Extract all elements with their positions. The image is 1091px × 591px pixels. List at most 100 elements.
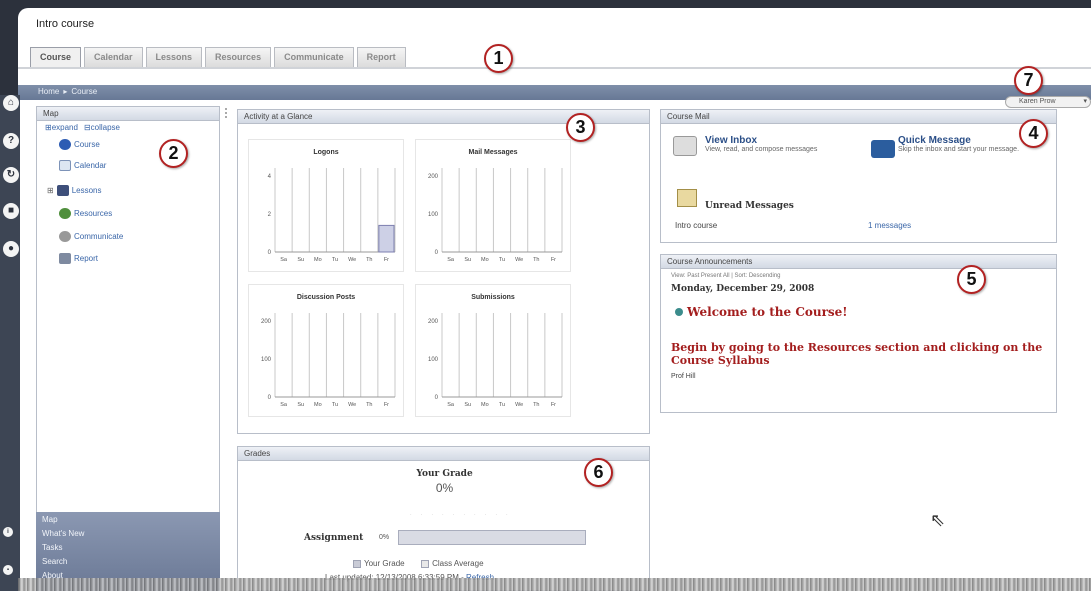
course-mail-title: Course Mail bbox=[661, 110, 1056, 124]
user-menu[interactable]: Karen Prow ▾ bbox=[1005, 96, 1091, 108]
tab-communicate[interactable]: Communicate bbox=[274, 47, 354, 67]
announcement-date: Monday, December 29, 2008 bbox=[671, 284, 815, 294]
inbox-icon[interactable] bbox=[673, 136, 697, 156]
unread-course-name: Intro course bbox=[675, 221, 718, 230]
tab-report[interactable]: Report bbox=[356, 47, 406, 67]
quick-message-link[interactable]: Quick Message Skip the inbox and start y… bbox=[898, 135, 1028, 153]
x-tick-label: Th bbox=[366, 402, 372, 408]
announcement-body: Begin by going to the Resources section … bbox=[671, 341, 1043, 367]
user-name: Karen Prow bbox=[1019, 98, 1056, 105]
mail-messages-chart-plot: 200 100 0 Sa Su Mo Tu We Th Fr bbox=[428, 168, 563, 263]
tab-calendar[interactable]: Calendar bbox=[84, 47, 143, 67]
submissions-chart-plot: 200 100 0 Sa Su Mo Tu We Th Fr bbox=[428, 313, 563, 408]
chat-icon[interactable]: ● bbox=[3, 241, 19, 257]
activity-panel: Activity at a Glance Logons 4 2 0 Sa Su Mo Tu W… bbox=[237, 109, 650, 434]
discussion-posts-chart: Discussion Posts 200 100 0 Sa Su Mo Tu We Th Fr bbox=[248, 284, 404, 417]
x-tick-label: Su bbox=[464, 257, 471, 263]
announcements-panel: Course Announcements View: Past Present … bbox=[660, 254, 1057, 413]
y-tick-label: 0 bbox=[268, 395, 272, 401]
tab-resources[interactable]: Resources bbox=[205, 47, 272, 67]
grades-legend: Your Grade Class Average bbox=[353, 559, 484, 568]
info-icon[interactable]: i bbox=[3, 527, 13, 537]
mouse-cursor-icon: ⇖ bbox=[930, 510, 946, 530]
help-icon[interactable]: ? bbox=[3, 133, 19, 149]
map-item-course[interactable]: Course bbox=[59, 139, 100, 150]
footer-link-tasks[interactable]: Tasks bbox=[42, 543, 62, 552]
y-tick-label: 0 bbox=[268, 250, 272, 256]
view-inbox-link[interactable]: View Inbox View, read, and compose messa… bbox=[705, 135, 817, 153]
your-grade-swatch bbox=[353, 559, 361, 568]
x-tick-label: Th bbox=[533, 257, 539, 263]
x-tick-label: Sa bbox=[447, 257, 455, 263]
tab-divider bbox=[18, 67, 1091, 69]
map-item-report[interactable]: Report bbox=[59, 253, 98, 264]
footer-link-whats-new[interactable]: What's New bbox=[42, 529, 84, 538]
unread-envelope-icon bbox=[677, 189, 697, 207]
x-tick-label: Tu bbox=[332, 402, 338, 408]
assignment-label: Assignment bbox=[304, 533, 364, 543]
announcement-view-controls[interactable]: View: Past Present All | Sort: Descendin… bbox=[671, 273, 781, 279]
refresh-icon[interactable]: ↻ bbox=[3, 167, 19, 183]
tab-course[interactable]: Course bbox=[30, 47, 82, 67]
x-tick-label: We bbox=[348, 402, 356, 408]
x-tick-label: Sa bbox=[447, 402, 455, 408]
expand-link[interactable]: ⊞expand bbox=[45, 123, 78, 132]
y-tick-label: 100 bbox=[428, 357, 439, 363]
y-tick-label: 0 bbox=[435, 395, 439, 401]
callout-4: 4 bbox=[1019, 119, 1048, 148]
x-tick-label: Mo bbox=[314, 402, 322, 408]
grades-title: Grades bbox=[238, 447, 649, 461]
home-icon[interactable]: ⌂ bbox=[3, 95, 19, 111]
x-tick-label: Fr bbox=[551, 402, 556, 408]
y-tick-label: 200 bbox=[428, 319, 439, 325]
callout-1: 1 bbox=[484, 44, 513, 73]
x-tick-label: We bbox=[348, 257, 356, 263]
quick-message-icon[interactable] bbox=[871, 140, 895, 158]
callout-6: 6 bbox=[584, 458, 613, 487]
x-tick-label: Sa bbox=[280, 402, 288, 408]
map-item-resources[interactable]: Resources bbox=[59, 208, 112, 219]
book-icon[interactable]: ■ bbox=[3, 203, 19, 219]
logons-chart: Logons 4 2 0 Sa Su Mo Tu We Th Fr bbox=[248, 139, 404, 272]
announcements-title: Course Announcements bbox=[661, 255, 1056, 269]
x-tick-label: Fr bbox=[551, 257, 556, 263]
discussion-posts-chart-plot: 200 100 0 Sa Su Mo Tu We Th Fr bbox=[261, 313, 396, 408]
plus-icon[interactable]: ⊞ bbox=[47, 186, 54, 195]
callout-3: 3 bbox=[566, 113, 595, 142]
x-tick-label: Tu bbox=[499, 402, 505, 408]
calendar-icon bbox=[59, 160, 71, 171]
x-tick-label: Sa bbox=[280, 257, 288, 263]
map-panel-title: Map bbox=[37, 107, 219, 121]
course-mail-panel: Course Mail View Inbox View, read, and c… bbox=[660, 109, 1057, 243]
y-tick-label: 0 bbox=[435, 250, 439, 256]
class-average-swatch bbox=[421, 559, 430, 568]
communicate-icon bbox=[59, 231, 71, 242]
course-info-icon bbox=[59, 139, 71, 150]
footer-link-map[interactable]: Map bbox=[42, 515, 58, 524]
panel-splitter[interactable] bbox=[222, 106, 232, 591]
breadcrumb-separator: ▸ bbox=[63, 87, 68, 96]
y-tick-label: 4 bbox=[268, 174, 272, 180]
map-item-calendar[interactable]: Calendar bbox=[59, 160, 106, 171]
chevron-down-icon: ▾ bbox=[1083, 98, 1087, 105]
bullet-icon bbox=[675, 308, 683, 316]
x-tick-label: Su bbox=[464, 402, 471, 408]
report-icon bbox=[59, 253, 71, 264]
y-tick-label: 100 bbox=[428, 212, 439, 218]
footer-link-search[interactable]: Search bbox=[42, 557, 67, 566]
map-item-communicate[interactable]: Communicate bbox=[59, 231, 123, 242]
course-title: Intro course bbox=[36, 18, 95, 30]
unread-messages-title: Unread Messages bbox=[705, 201, 794, 211]
collapse-link[interactable]: ⊟collapse bbox=[84, 123, 120, 132]
x-tick-label: Fr bbox=[384, 257, 389, 263]
y-tick-label: 2 bbox=[268, 212, 272, 218]
x-tick-label: Tu bbox=[332, 257, 338, 263]
mail-messages-chart: Mail Messages 200 100 0 Sa Su Mo Tu We Th Fr bbox=[415, 139, 571, 272]
breadcrumb-home[interactable]: Home bbox=[38, 87, 59, 96]
unread-count-link[interactable]: 1 messages bbox=[868, 221, 911, 230]
map-item-lessons[interactable]: ⊞ Lessons bbox=[47, 185, 102, 196]
y-tick-label: 100 bbox=[261, 357, 272, 363]
tool-icon[interactable]: ▪ bbox=[3, 565, 13, 575]
x-tick-label: Fr bbox=[384, 402, 389, 408]
tab-lessons[interactable]: Lessons bbox=[145, 47, 203, 67]
